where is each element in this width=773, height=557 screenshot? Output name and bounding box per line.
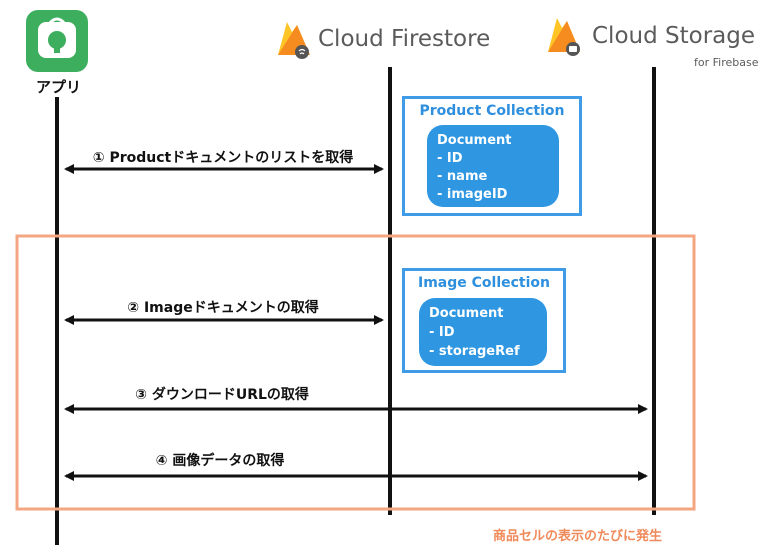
sequence-diagram	[15, 10, 696, 545]
product-collection-box: Product Collection Document - ID - name …	[402, 96, 582, 216]
image-field: - ID	[429, 325, 455, 340]
message-label-1: ① Productドキュメントのリストを取得	[92, 150, 354, 166]
frame-note: 商品セルの表示のたびに発生	[493, 529, 663, 544]
storage-flame-icon	[548, 18, 580, 56]
image-field: - storageRef	[429, 344, 520, 359]
product-field: - imageID	[437, 187, 508, 202]
firestore-title: Cloud Firestore	[318, 26, 491, 52]
product-field: - name	[437, 169, 488, 184]
product-field: - ID	[437, 151, 463, 166]
product-document-card: Document - ID - name - imageID	[427, 125, 559, 207]
image-field: Document	[429, 306, 504, 321]
image-collection-title: Image Collection	[418, 275, 550, 291]
image-document-card: Document - ID - storageRef	[419, 298, 547, 366]
storage-subtitle: for Firebase	[694, 56, 759, 69]
app-icon	[26, 10, 88, 72]
message-label-2: ② Imageドキュメントの取得	[127, 300, 319, 316]
product-collection-title: Product Collection	[419, 103, 565, 119]
repeat-frame	[15, 234, 696, 511]
firestore-flame-icon	[278, 22, 310, 59]
app-label: アプリ	[36, 78, 82, 96]
message-label-3: ③ ダウンロードURLの取得	[135, 387, 309, 403]
image-collection-box: Image Collection Document - ID - storage…	[402, 268, 566, 373]
product-field: Document	[437, 133, 512, 148]
message-label-4: ④ 画像データの取得	[155, 453, 285, 469]
storage-title: Cloud Storage	[592, 23, 755, 49]
